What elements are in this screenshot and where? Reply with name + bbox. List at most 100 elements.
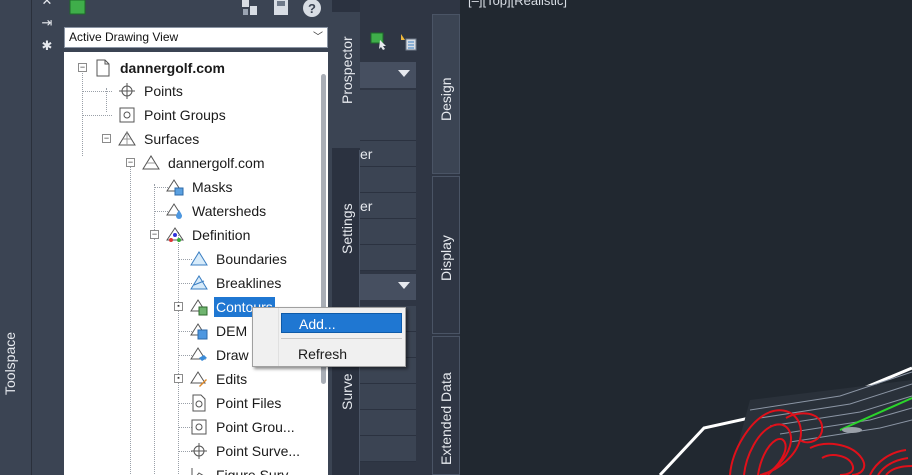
- select-icon[interactable]: [370, 32, 386, 50]
- tree-node-label: DEM: [216, 323, 248, 339]
- collapse-toggle[interactable]: −: [150, 230, 159, 239]
- tree-connector: [82, 91, 112, 92]
- point-icon: [119, 83, 135, 99]
- menu-separator: [281, 338, 402, 339]
- properties-tabs: Design Display Extended Data: [432, 0, 460, 475]
- save-icon[interactable]: [272, 0, 292, 20]
- tree-node-label: Point Surve...: [216, 443, 301, 459]
- tree-node-label: dannergolf.com: [120, 60, 226, 76]
- tree-node-label: Watersheds: [192, 203, 267, 219]
- tree-connector: [82, 64, 83, 156]
- view-selector[interactable]: Active Drawing View ﹀: [64, 27, 328, 48]
- contours-icon: [190, 299, 208, 316]
- tree-node-label: Point Files: [216, 395, 282, 411]
- toolspace-tabs: Prospector Settings Surve: [332, 0, 360, 475]
- toolspace-control-strip: [32, 0, 60, 475]
- tab-label: Display: [438, 235, 454, 281]
- view-selector-value: Active Drawing View: [69, 30, 179, 44]
- survey-figure-icon: [191, 468, 204, 475]
- mid-row: [360, 90, 416, 116]
- panel-toolbar: ?: [60, 0, 332, 24]
- mid-row-text: er: [360, 198, 373, 214]
- watersheds-icon: [166, 203, 182, 219]
- mid-dropdown-bottom[interactable]: [360, 274, 416, 300]
- expand-toggle[interactable]: ▪: [174, 302, 183, 311]
- tab-label: Prospector: [339, 36, 355, 104]
- point-groups-icon: [119, 107, 135, 123]
- point-files-icon: [192, 394, 206, 412]
- transfer-icon[interactable]: [240, 0, 260, 20]
- tree-node-label: Point Grou...: [216, 419, 295, 435]
- survey-point-icon: [191, 443, 207, 459]
- mid-row: [360, 245, 416, 271]
- tab-design[interactable]: Design: [432, 14, 460, 174]
- mid-row-layer: er: [360, 193, 416, 219]
- chevron-down-icon: ﹀: [313, 32, 323, 43]
- tree-connector: [130, 160, 131, 475]
- mid-row-text: er: [360, 146, 373, 162]
- close-icon[interactable]: ✕: [40, 0, 54, 8]
- definition-icon: [166, 227, 184, 242]
- expand-toggle[interactable]: ▪: [174, 374, 183, 383]
- help-icon[interactable]: ?: [302, 0, 322, 20]
- collapse-toggle[interactable]: −: [78, 63, 87, 72]
- mid-row: [360, 219, 416, 245]
- tab-settings[interactable]: Settings: [332, 150, 360, 308]
- mid-row-layer: er: [360, 141, 416, 167]
- tab-label: Surve: [339, 373, 355, 410]
- mid-row: [360, 115, 416, 141]
- mid-row: [360, 384, 416, 410]
- tree-connector: [82, 115, 112, 116]
- tab-label: Extended Data: [438, 372, 454, 465]
- toolspace-title: Toolspace: [2, 331, 18, 395]
- context-menu-gutter: [253, 308, 279, 366]
- surfaces-icon: [118, 131, 136, 146]
- tree-node-label: Breaklines: [216, 275, 282, 291]
- mid-row: [360, 167, 416, 193]
- tab-display[interactable]: Display: [432, 176, 460, 334]
- tree-node-label: Definition: [192, 227, 251, 243]
- tree-node-label: Surfaces: [144, 131, 200, 147]
- gear-icon[interactable]: ✱: [40, 39, 54, 53]
- autocad-window: Toolspace ✕ ⇥ ✱ ? Active Drawing View ﹀: [0, 0, 912, 475]
- collapse-toggle[interactable]: −: [126, 158, 135, 167]
- collapse-toggle[interactable]: −: [102, 134, 111, 143]
- mid-dropdown-top[interactable]: [360, 62, 416, 88]
- surface-icon: [142, 155, 160, 170]
- prospector-tree: − dannergolf.com Points Point Groups − S…: [64, 52, 328, 475]
- tree-node-label: dannergolf.com: [168, 155, 265, 171]
- golf-course-drawing: [658, 366, 912, 475]
- menu-item-add[interactable]: Add...: [281, 313, 402, 333]
- toolspace-panel: ? Active Drawing View ﹀ − dannergolf.com: [60, 0, 332, 475]
- tab-prospector[interactable]: Prospector: [332, 12, 360, 148]
- drawing-viewport[interactable]: [–][Top][Realistic]: [460, 0, 912, 475]
- tab-label: Design: [438, 77, 454, 121]
- list-view-icon[interactable]: [398, 32, 418, 52]
- tree-node-label: Masks: [192, 179, 233, 195]
- tree-node-label: Edits: [216, 371, 248, 387]
- tree-node-label: Figure Surv...: [216, 467, 299, 475]
- chevron-down-icon: [398, 282, 410, 289]
- svg-text:?: ?: [308, 1, 316, 16]
- menu-item-refresh[interactable]: Refresh: [281, 344, 402, 364]
- tab-extended-data[interactable]: Extended Data: [432, 336, 460, 475]
- tree-node-label: Boundaries: [216, 251, 287, 267]
- tree-node-label: Point Groups: [144, 107, 226, 123]
- boundaries-icon: [190, 251, 208, 266]
- edits-icon: [190, 371, 207, 387]
- drawing-icon[interactable]: [68, 0, 88, 20]
- tree-connector: [178, 232, 179, 475]
- menu-item-label: Add...: [299, 316, 336, 332]
- document-icon: [96, 59, 110, 77]
- drawing-objects-icon: [190, 347, 207, 361]
- mid-row: [360, 436, 416, 462]
- breaklines-icon: [190, 275, 208, 290]
- chevron-down-icon: [398, 70, 410, 77]
- dem-icon: [190, 323, 208, 340]
- properties-panel: er er: [360, 0, 432, 475]
- toolspace-title-strip: Toolspace: [0, 0, 32, 475]
- pin-icon[interactable]: ⇥: [40, 16, 54, 30]
- tree-connector: [154, 184, 155, 475]
- context-menu: Add... Refresh: [252, 307, 406, 367]
- tree-node-label: Draw: [216, 347, 249, 363]
